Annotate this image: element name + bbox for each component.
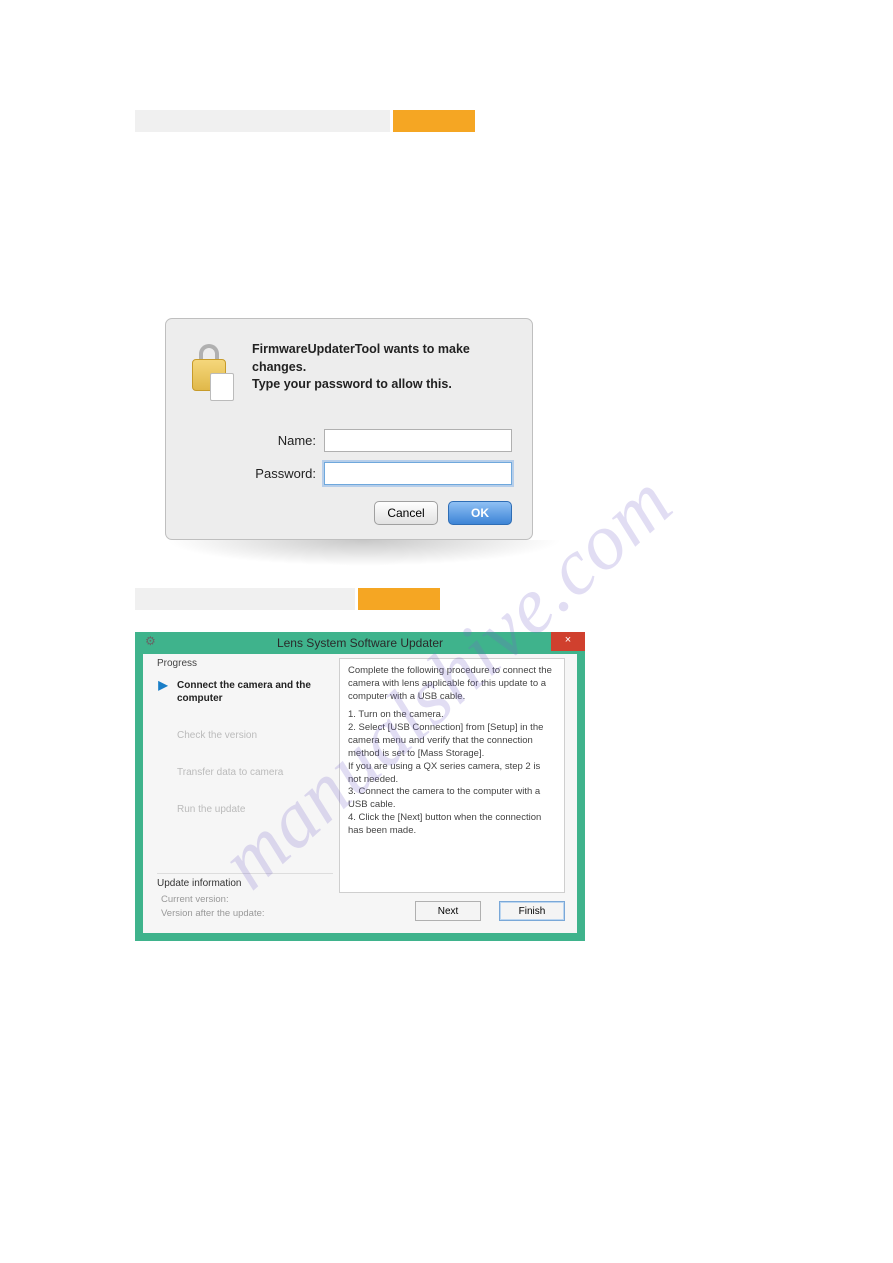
lock-icon xyxy=(186,341,238,399)
current-version: Current version: xyxy=(161,893,333,907)
finish-button[interactable]: Finish xyxy=(499,901,565,921)
close-button[interactable]: × xyxy=(551,632,585,651)
highlight-bar-1: Start the firmware updater xyxy=(135,110,390,132)
after-version: Version after the update: xyxy=(161,907,333,921)
instruction-pane: Complete the following procedure to conn… xyxy=(339,658,565,893)
step-transfer: Transfer data to camera xyxy=(157,766,333,779)
auth-message: FirmwareUpdaterTool wants to make change… xyxy=(252,341,512,399)
next-button[interactable]: Next xyxy=(415,901,481,921)
gear-icon: ⚙ xyxy=(145,634,156,648)
name-input[interactable] xyxy=(324,429,512,452)
updater-window: Lens System Software Updater ⚙ × Progres… xyxy=(135,632,585,941)
step-check: Check the version xyxy=(157,729,333,742)
name-label: Name: xyxy=(278,433,316,448)
step-connect: ▶ Connect the camera and the computer xyxy=(157,679,333,705)
step-run: Run the update xyxy=(157,803,333,816)
ok-button[interactable]: OK xyxy=(448,501,512,525)
dialog-shadow xyxy=(165,540,563,566)
highlight-bar-3: Connect the camera xyxy=(135,588,355,610)
highlight-bar-2: Figure xyxy=(393,110,475,132)
cancel-button[interactable]: Cancel xyxy=(374,501,438,525)
progress-heading: Progress xyxy=(157,658,333,669)
arrow-icon: ▶ xyxy=(157,679,169,705)
update-info: Update information Current version: Vers… xyxy=(157,873,333,922)
auth-dialog: FirmwareUpdaterTool wants to make change… xyxy=(165,318,563,540)
password-input[interactable] xyxy=(324,462,512,485)
highlight-bar-4: Figure xyxy=(358,588,440,610)
password-label: Password: xyxy=(255,466,316,481)
updater-title: Lens System Software Updater xyxy=(135,632,585,654)
